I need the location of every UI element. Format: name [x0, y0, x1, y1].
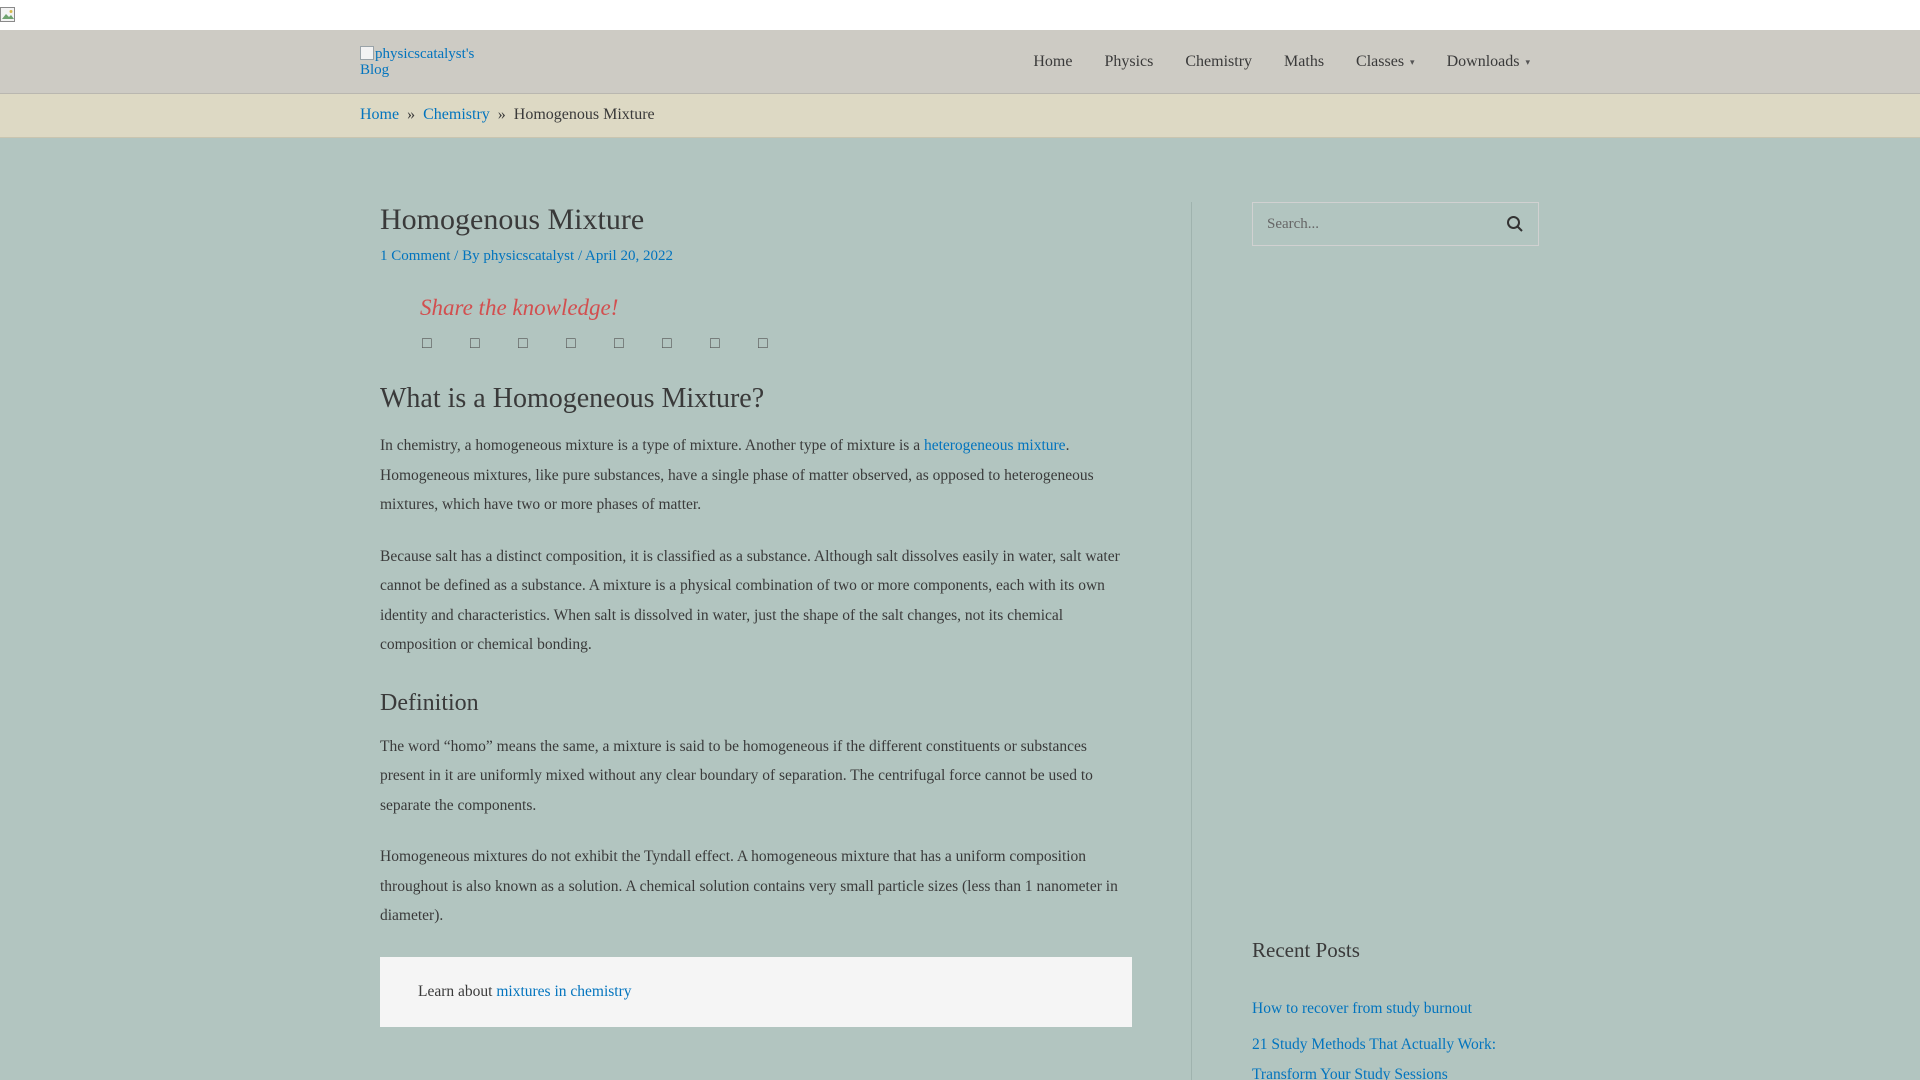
- reddit-icon[interactable]: □: [612, 333, 660, 355]
- content-sidebar-divider: [1191, 202, 1192, 1080]
- site-header: physicscatalyst's Blog Home Physics Chem…: [0, 30, 1920, 94]
- paragraph-definition: The word “homo” means the same, a mixtur…: [380, 737, 1093, 814]
- paragraph-text: In chemistry, a homogeneous mixture is a…: [380, 437, 924, 454]
- mixtures-in-chemistry-link[interactable]: mixtures in chemistry: [496, 983, 631, 1001]
- chevron-down-icon: ▾: [1525, 56, 1530, 67]
- recent-post-link[interactable]: 21 Study Methods That Actually Work: Tra…: [1252, 1036, 1496, 1080]
- nav-item-label: Classes: [1356, 53, 1405, 70]
- breadcrumb-current: Homogenous Mixture: [513, 106, 655, 123]
- meta-by-text: / By: [450, 248, 484, 264]
- nav-item-chemistry[interactable]: Chemistry: [1169, 53, 1268, 71]
- facebook-icon[interactable]: □: [420, 333, 468, 355]
- date-link[interactable]: April 20, 2022: [585, 248, 673, 264]
- broken-logo-icon: [360, 46, 374, 60]
- comments-link[interactable]: 1 Comment: [380, 248, 450, 264]
- paragraph-salt: Because salt has a distinct composition,…: [380, 547, 1120, 654]
- article-main: Homogenous Mixture 1 Comment / By physic…: [380, 200, 1132, 1027]
- breadcrumb: Home » Chemistry » Homogenous Mixture: [360, 106, 655, 124]
- primary-nav: Home Physics Chemistry Maths Classes ▾ Do…: [1017, 30, 1546, 94]
- sidebar: Recent Posts How to recover from study b…: [1252, 202, 1539, 1080]
- page-title: Homogenous Mixture: [380, 203, 645, 236]
- entry-meta: 1 Comment / By physicscatalyst / April 2…: [380, 248, 1132, 265]
- whatsapp-icon[interactable]: □: [660, 333, 708, 355]
- nav-item-physics[interactable]: Physics: [1088, 53, 1169, 71]
- paragraph-tyndall: Homogeneous mixtures do not exhibit the …: [380, 848, 1118, 924]
- nav-item-classes[interactable]: Classes ▾: [1340, 53, 1431, 71]
- paragraph-intro: In chemistry, a homogeneous mixture is a…: [380, 431, 1132, 520]
- print-icon[interactable]: □: [756, 333, 804, 355]
- recent-posts-title: Recent Posts: [1252, 938, 1360, 962]
- nav-item-label: Chemistry: [1185, 53, 1253, 70]
- top-strip: [0, 0, 1920, 30]
- list-item: 21 Study Methods That Actually Work: Tra…: [1252, 1030, 1539, 1080]
- email-icon[interactable]: □: [708, 333, 756, 355]
- nav-item-label: Physics: [1104, 53, 1154, 70]
- breadcrumb-category-link[interactable]: Chemistry: [423, 106, 490, 123]
- list-item: How to recover from study burnout: [1252, 994, 1539, 1024]
- nav-item-home[interactable]: Home: [1017, 53, 1088, 71]
- breadcrumb-separator: »: [407, 106, 416, 123]
- nav-item-label: Downloads: [1446, 53, 1520, 70]
- broken-image-icon: [0, 7, 15, 22]
- linkedin-icon[interactable]: □: [516, 333, 564, 355]
- recent-post-link[interactable]: How to recover from study burnout: [1252, 1000, 1472, 1017]
- search-icon[interactable]: [1506, 215, 1524, 233]
- site-logo[interactable]: physicscatalyst's Blog: [360, 46, 500, 78]
- nav-item-label: Home: [1033, 53, 1073, 70]
- search-form: [1252, 202, 1539, 246]
- nav-item-downloads[interactable]: Downloads ▾: [1431, 53, 1546, 71]
- pinterest-icon[interactable]: □: [564, 333, 612, 355]
- learn-more-box: Learn about mixtures in chemistry: [380, 956, 1132, 1027]
- breadcrumb-separator: »: [497, 106, 506, 123]
- recent-posts-list: How to recover from study burnout 21 Stu…: [1252, 994, 1539, 1080]
- nav-item-label: Maths: [1284, 53, 1325, 70]
- chevron-down-icon: ▾: [1410, 56, 1415, 67]
- heterogeneous-mixture-link[interactable]: heterogeneous mixture: [924, 437, 1066, 454]
- meta-separator: /: [574, 248, 586, 264]
- twitter-icon[interactable]: □: [468, 333, 516, 355]
- share-box: Share the knowledge! □ □ □ □ □ □ □ □: [420, 295, 1132, 355]
- section-heading-what-is: What is a Homogeneous Mixture?: [380, 383, 765, 414]
- search-input[interactable]: [1267, 215, 1487, 233]
- share-icons: □ □ □ □ □ □ □ □: [420, 333, 1132, 355]
- breadcrumb-bar: Home » Chemistry » Homogenous Mixture: [0, 94, 1920, 138]
- learn-more-text: Learn about: [418, 982, 497, 1000]
- logo-alt-text: physicscatalyst's Blog: [360, 46, 475, 78]
- author-link[interactable]: physicscatalyst: [483, 248, 574, 264]
- share-title: Share the knowledge!: [420, 295, 619, 320]
- nav-item-maths[interactable]: Maths: [1268, 53, 1340, 71]
- section-heading-definition: Definition: [380, 689, 479, 716]
- breadcrumb-home-link[interactable]: Home: [360, 106, 399, 123]
